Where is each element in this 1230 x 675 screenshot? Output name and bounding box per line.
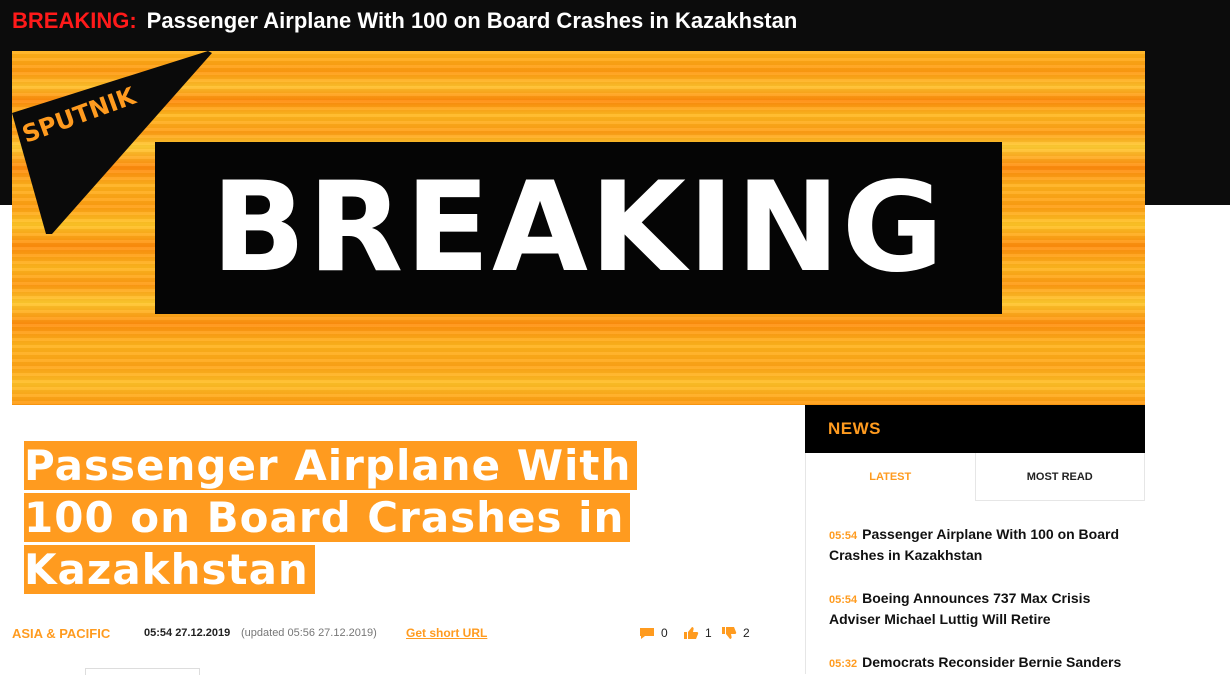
- article-title: Passenger Airplane With 100 on Board Cra…: [24, 440, 664, 596]
- breaking-banner: BREAKING: [155, 142, 1002, 314]
- news-item[interactable]: 05:54 Passenger Airplane With 100 on Boar…: [829, 525, 1125, 565]
- thumbs-down-icon: [722, 627, 737, 639]
- tab-latest[interactable]: LATEST: [805, 453, 975, 501]
- like-button[interactable]: 1: [683, 626, 712, 640]
- comments-value: 0: [661, 626, 668, 640]
- news-item-title[interactable]: Democrats Reconsider Bernie Sanders as 2…: [829, 654, 1121, 674]
- dislikes-value: 2: [743, 626, 750, 640]
- news-header: NEWS: [805, 405, 1145, 453]
- breaking-banner-text: BREAKING: [211, 156, 946, 300]
- news-item-time: 05:54: [829, 530, 858, 542]
- breaking-ticker[interactable]: BREAKING: Passenger Airplane With 100 on …: [12, 8, 797, 34]
- section-link[interactable]: ASIA & PACIFIC: [12, 626, 110, 641]
- breaking-hero-image: SPUTNIK BREAKING: [12, 51, 1145, 405]
- comments-count[interactable]: 0: [639, 626, 668, 640]
- article-meta: ASIA & PACIFIC 05:54 27.12.2019 (updated…: [12, 626, 772, 642]
- dislike-button[interactable]: 2: [721, 626, 750, 640]
- news-item-time: 05:54: [829, 594, 858, 606]
- likes-value: 1: [705, 626, 712, 640]
- article-title-text: Passenger Airplane With 100 on Board Cra…: [24, 441, 638, 594]
- news-item[interactable]: 05:54 Boeing Announces 737 Max Crisis Adv…: [829, 589, 1125, 629]
- news-item-title[interactable]: Passenger Airplane With 100 on Board Cra…: [829, 526, 1119, 563]
- news-tabs: LATEST MOST READ: [805, 453, 1145, 501]
- news-list: 05:54 Passenger Airplane With 100 on Boar…: [805, 501, 1145, 674]
- breaking-headline[interactable]: Passenger Airplane With 100 on Board Cra…: [147, 8, 798, 33]
- thumbs-up-icon: [684, 627, 699, 639]
- updated-date: (updated 05:56 27.12.2019): [241, 627, 377, 639]
- publish-date: 05:54 27.12.2019: [144, 627, 231, 639]
- short-url-link[interactable]: Get short URL: [406, 626, 487, 640]
- news-sidebar: NEWS LATEST MOST READ 05:54 Passenger Air…: [805, 405, 1145, 674]
- tab-most-read[interactable]: MOST READ: [974, 453, 1145, 501]
- news-item-title[interactable]: Boeing Announces 737 Max Crisis Adviser …: [829, 590, 1090, 627]
- breaking-label: BREAKING:: [12, 8, 137, 33]
- comment-icon: [640, 628, 654, 639]
- news-item[interactable]: 05:32 Democrats Reconsider Bernie Sanders…: [829, 653, 1125, 674]
- news-item-time: 05:32: [829, 658, 858, 670]
